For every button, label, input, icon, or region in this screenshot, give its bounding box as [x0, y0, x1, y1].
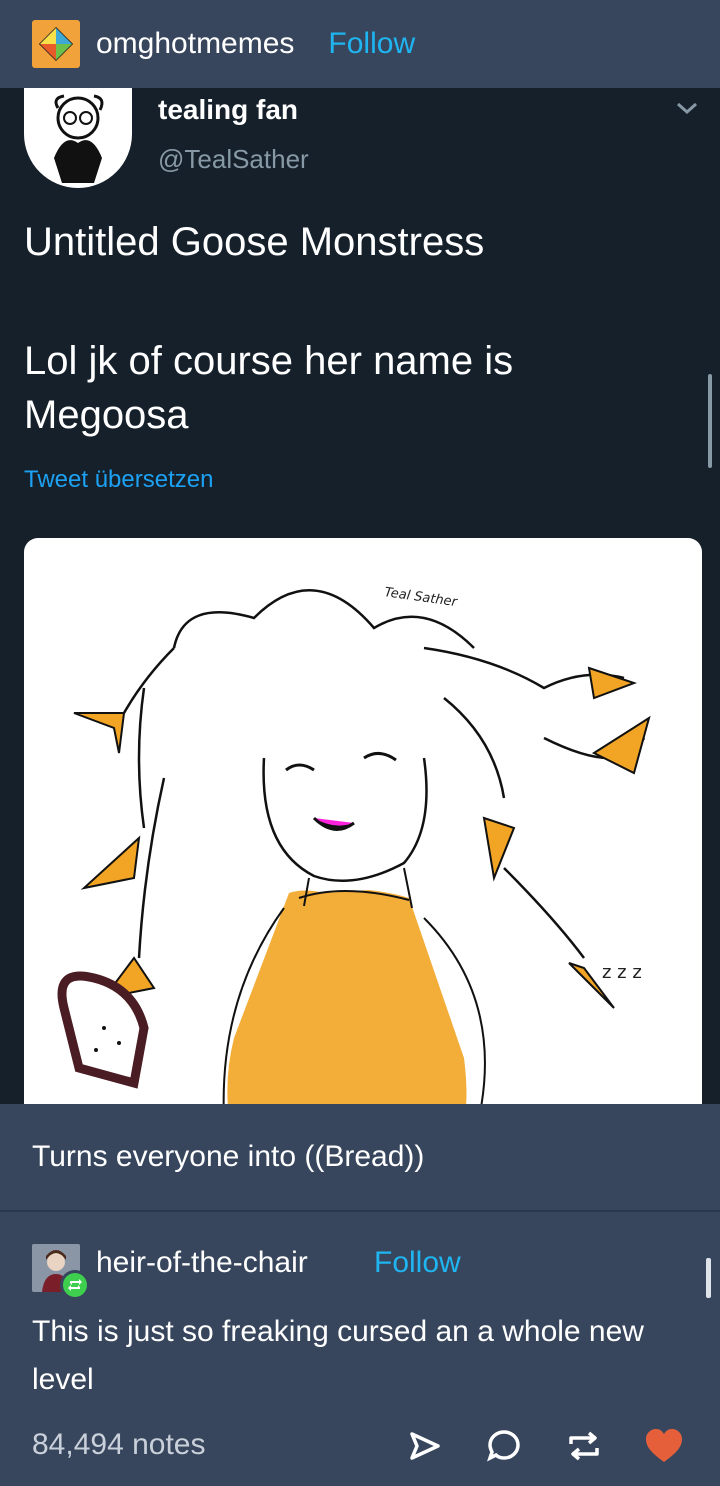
tweet-display-name: tealing fan: [158, 94, 299, 125]
blog-name[interactable]: omghotmemes: [96, 27, 294, 61]
tweet-scroll-indicator: [708, 374, 712, 468]
translate-tweet-link: Tweet übersetzen: [24, 466, 214, 493]
tweet-handle: @TealSather: [158, 144, 309, 174]
post-header: omghotmemes Follow: [0, 0, 720, 88]
post-scroll-indicator: [706, 1258, 711, 1298]
diamond-logo-icon: [38, 26, 74, 62]
reply-button[interactable]: [482, 1424, 526, 1468]
share-button[interactable]: [402, 1424, 446, 1468]
tweet-text-line1: Untitled Goose Monstress: [24, 220, 485, 264]
like-button[interactable]: [642, 1424, 686, 1468]
blog-avatar[interactable]: [32, 20, 80, 68]
avatar-drawing-icon: [54, 94, 104, 183]
comment-username[interactable]: heir-of-the-chair: [96, 1246, 308, 1280]
share-icon: [410, 1432, 440, 1460]
tweet-text-line2: Lol jk of course her name is Megoosa: [24, 339, 514, 437]
chevron-down-icon: [677, 102, 697, 115]
follow-button[interactable]: Follow: [328, 27, 415, 61]
reblog-badge-icon: [68, 1279, 82, 1291]
tweet-screenshot: tealing fan @TealSather Untitled Goose M…: [0, 88, 720, 1104]
signature-text: Teal Sather: [383, 585, 459, 610]
tweet-avatar: [24, 88, 132, 188]
illustration-drawing: Teal Sather z z z: [57, 585, 651, 1104]
notes-count[interactable]: 84,494 notes: [32, 1428, 205, 1462]
reblog-badge: [60, 1270, 90, 1300]
reblog-button[interactable]: [562, 1424, 606, 1468]
comment-follow-button[interactable]: Follow: [374, 1246, 461, 1280]
comment-text: This is just so freaking cursed an a who…: [32, 1315, 644, 1396]
zzz-text: z z z: [602, 962, 642, 983]
megoosa-illustration: Teal Sather z z z: [24, 538, 702, 1104]
like-heart-icon: [646, 1429, 682, 1462]
divider: [0, 1210, 720, 1212]
reply-icon: [487, 1430, 520, 1462]
reblog-icon: [569, 1431, 599, 1461]
reblog-text: Turns everyone into ((Bread)): [32, 1140, 425, 1173]
